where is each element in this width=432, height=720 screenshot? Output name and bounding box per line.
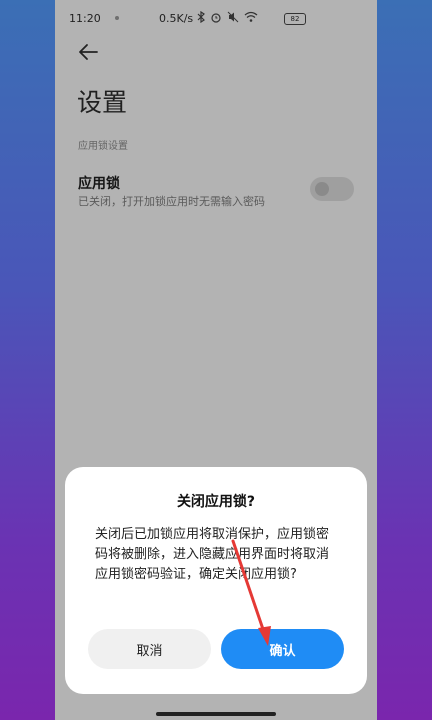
battery-icon: 82 bbox=[284, 13, 306, 25]
confirm-dialog: 关闭应用锁? 关闭后已加锁应用将取消保护，应用锁密码将被删除，进入隐藏应用界面时… bbox=[65, 467, 367, 694]
alarm-icon bbox=[211, 13, 221, 23]
home-indicator bbox=[156, 712, 276, 716]
toggle-knob bbox=[315, 182, 329, 196]
app-lock-setting-title[interactable]: 应用锁 bbox=[78, 173, 120, 193]
back-arrow-icon[interactable] bbox=[77, 42, 99, 62]
section-label: 应用锁设置 bbox=[78, 141, 128, 152]
confirm-button[interactable]: 确认 bbox=[221, 629, 344, 669]
dialog-title: 关闭应用锁? bbox=[176, 494, 256, 510]
bluetooth-icon bbox=[197, 11, 205, 23]
phone-screen: 11:20 0.5K/s 82 设置 应用锁设置 应用锁 已关闭，打开加锁应用时… bbox=[55, 0, 377, 720]
app-lock-toggle[interactable] bbox=[310, 177, 354, 201]
status-icons bbox=[197, 11, 258, 23]
status-time: 11:20 bbox=[69, 12, 101, 25]
status-dot bbox=[115, 16, 119, 20]
wifi-icon bbox=[244, 11, 258, 22]
cancel-button[interactable]: 取消 bbox=[88, 629, 211, 669]
network-speed: 0.5K/s bbox=[159, 12, 194, 25]
mute-icon bbox=[227, 11, 239, 23]
dialog-message: 关闭后已加锁应用将取消保护，应用锁密码将被删除，进入隐藏应用界面时将取消应用锁密… bbox=[95, 527, 330, 582]
status-bar: 11:20 0.5K/s 82 bbox=[55, 0, 377, 38]
page-title: 设置 bbox=[77, 88, 128, 117]
app-lock-setting-description: 已关闭，打开加锁应用时无需输入密码 bbox=[78, 195, 265, 208]
